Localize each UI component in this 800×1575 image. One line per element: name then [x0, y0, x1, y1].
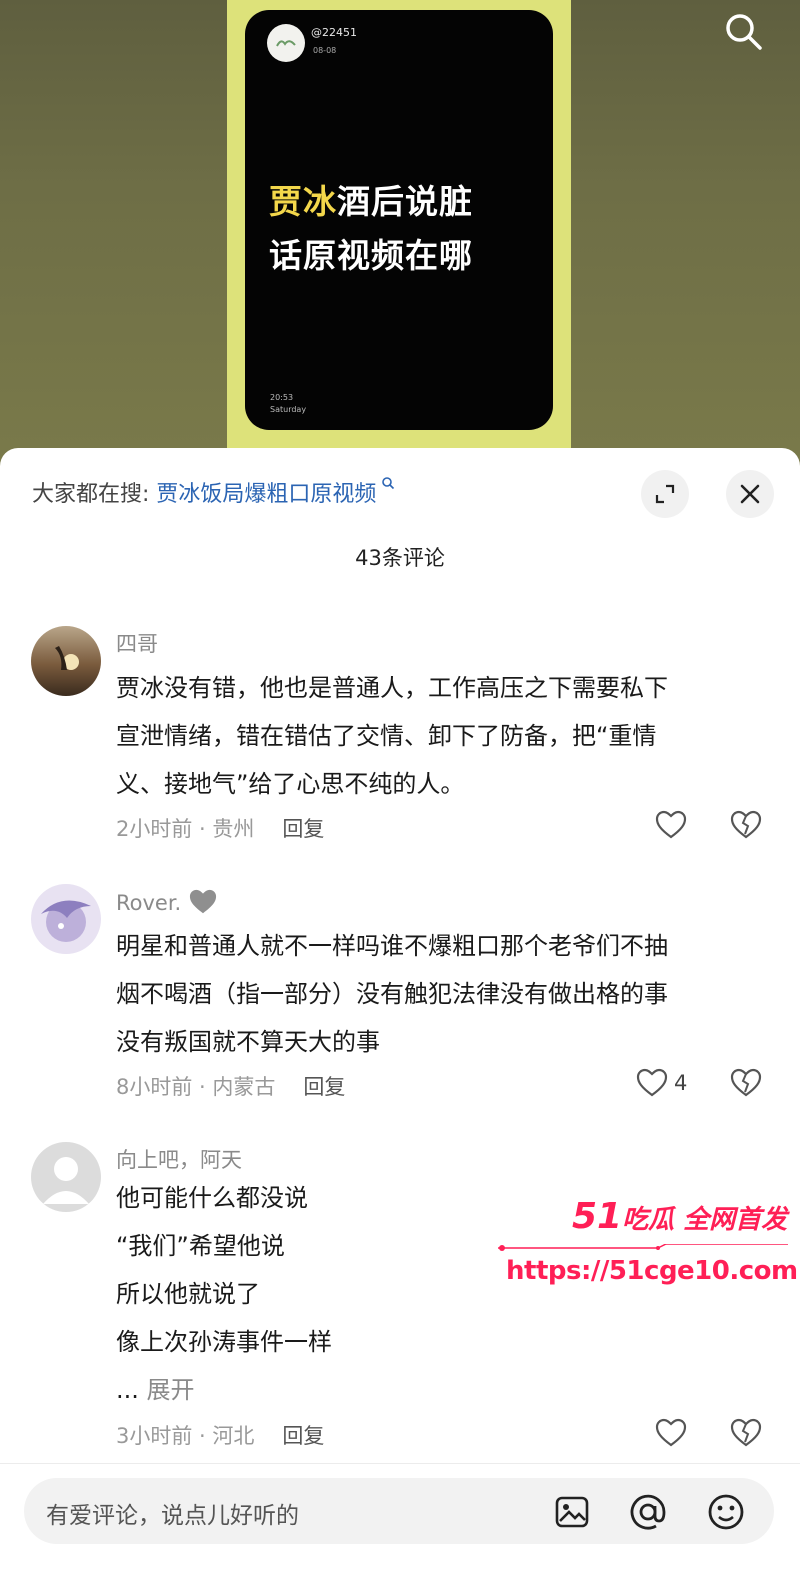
- video-player[interactable]: @22451 08-08 贾冰酒后说脏 话原视频在哪 20:53 Saturda…: [0, 0, 800, 470]
- trending-prefix: 大家都在搜:: [32, 482, 157, 507]
- close-button[interactable]: [726, 470, 774, 518]
- video-card: @22451 08-08 贾冰酒后说脏 话原视频在哪 20:53 Saturda…: [245, 10, 553, 430]
- grey-heart-icon: [189, 889, 216, 914]
- ellipsis: ...: [116, 1376, 147, 1404]
- image-icon[interactable]: [552, 1492, 592, 1532]
- avatar[interactable]: [31, 884, 101, 954]
- watermark-line: [498, 1244, 788, 1251]
- comment-input-placeholder: 有爱评论，说点儿好听的: [46, 1503, 299, 1529]
- video-title-highlight: 贾冰: [269, 182, 337, 221]
- heart-icon: [636, 1068, 668, 1097]
- comment-time-location: 3小时前 · 河北: [116, 1424, 255, 1448]
- comment-author[interactable]: Rover.: [116, 888, 218, 916]
- broken-heart-icon: [730, 1068, 762, 1097]
- comment-time-location: 2小时前 · 贵州: [116, 817, 255, 841]
- comment-line: 没有叛国就不算天大的事: [116, 1028, 380, 1056]
- comment-author[interactable]: 向上吧，阿天: [116, 1144, 242, 1174]
- comment-author-name: Rover.: [116, 891, 182, 915]
- comment-author[interactable]: 四哥: [116, 628, 158, 658]
- comment-expand-line: ... 展开: [116, 1366, 776, 1414]
- comment-count: 43条评论: [355, 546, 445, 570]
- reply-button[interactable]: 回复: [282, 817, 324, 841]
- comment-meta: 3小时前 · 河北 回复: [116, 1420, 324, 1450]
- avatar[interactable]: [31, 1142, 101, 1212]
- reply-button[interactable]: 回复: [303, 1075, 345, 1099]
- heart-icon: [655, 1418, 687, 1447]
- like-button[interactable]: 4: [636, 1068, 687, 1098]
- video-clock: 20:53 Saturday: [270, 392, 306, 416]
- video-title: 贾冰酒后说脏 话原视频在哪: [269, 175, 539, 283]
- video-title-line2: 话原视频在哪: [269, 236, 473, 275]
- search-icon[interactable]: [720, 8, 766, 54]
- comment-sheet: 大家都在搜: 贾冰饭局爆粗口原视频 43条评论 四哥 贾冰没有错，他也是普通人，…: [0, 448, 800, 1575]
- video-time: 20:53: [270, 393, 294, 402]
- watermark-title: 51吃瓜 全网首发: [572, 1196, 787, 1237]
- video-avatar: [267, 24, 305, 62]
- broken-heart-icon: [730, 1418, 762, 1447]
- close-icon: [740, 484, 760, 504]
- comment-text: 贾冰没有错，他也是普通人，工作高压之下需要私下 宣泄情绪，错在错估了交情、卸下了…: [116, 664, 776, 808]
- dislike-button[interactable]: [730, 1068, 762, 1102]
- trending-search-link[interactable]: 贾冰饭局爆粗口原视频: [156, 482, 376, 507]
- comment-line: 像上次孙涛事件一样: [116, 1328, 332, 1356]
- comment-input-bar: 有爱评论，说点儿好听的: [0, 1463, 800, 1575]
- expand-link[interactable]: 展开: [147, 1376, 195, 1404]
- comment-time-location: 8小时前 · 内蒙古: [116, 1075, 276, 1099]
- comment-line: 贾冰没有错，他也是普通人，工作高压之下需要私下: [116, 674, 668, 702]
- like-button[interactable]: [655, 810, 693, 840]
- comment-meta: 2小时前 · 贵州 回复: [116, 813, 324, 843]
- video-weekday: Saturday: [270, 405, 307, 414]
- comment-line: 烟不喝酒（指一部分）没有触犯法律没有做出格的事: [116, 980, 668, 1008]
- watermark-text: 吃瓜 全网首发: [622, 1205, 788, 1235]
- video-handle: @22451: [311, 26, 357, 39]
- heart-icon: [655, 810, 687, 839]
- comment-line: 明星和普通人就不一样吗谁不爆粗口那个老爷们不抽: [116, 932, 668, 960]
- comment-input[interactable]: 有爱评论，说点儿好听的: [24, 1478, 774, 1544]
- broken-heart-icon: [730, 810, 762, 839]
- video-date: 08-08: [313, 46, 337, 55]
- watermark-url: https://51cge10.com: [506, 1256, 798, 1286]
- comment-line: 义、接地气”给了心思不纯的人。: [116, 770, 465, 798]
- dislike-button[interactable]: [730, 810, 762, 844]
- expand-button[interactable]: [641, 470, 689, 518]
- comment-text: 明星和普通人就不一样吗谁不爆粗口那个老爷们不抽 烟不喝酒（指一部分）没有触犯法律…: [116, 922, 776, 1066]
- comment-meta: 8小时前 · 内蒙古 回复: [116, 1071, 345, 1101]
- watermark-num: 51: [572, 1196, 623, 1237]
- like-count: 4: [674, 1071, 688, 1095]
- emoji-icon[interactable]: [706, 1492, 746, 1532]
- mention-icon[interactable]: [628, 1492, 668, 1532]
- dislike-button[interactable]: [730, 1418, 762, 1452]
- video-title-rest: 酒后说脏: [337, 182, 473, 221]
- like-button[interactable]: [655, 1418, 693, 1448]
- avatar[interactable]: [31, 626, 101, 696]
- comment-line: 宣泄情绪，错在错估了交情、卸下了防备，把“重情: [116, 722, 657, 750]
- expand-icon: [655, 484, 675, 504]
- reply-button[interactable]: 回复: [282, 1424, 324, 1448]
- search-small-icon: [376, 477, 394, 494]
- watermark: 51吃瓜 全网首发 https://51cge10.com: [498, 1196, 798, 1300]
- trending-search[interactable]: 大家都在搜: 贾冰饭局爆粗口原视频: [32, 476, 395, 508]
